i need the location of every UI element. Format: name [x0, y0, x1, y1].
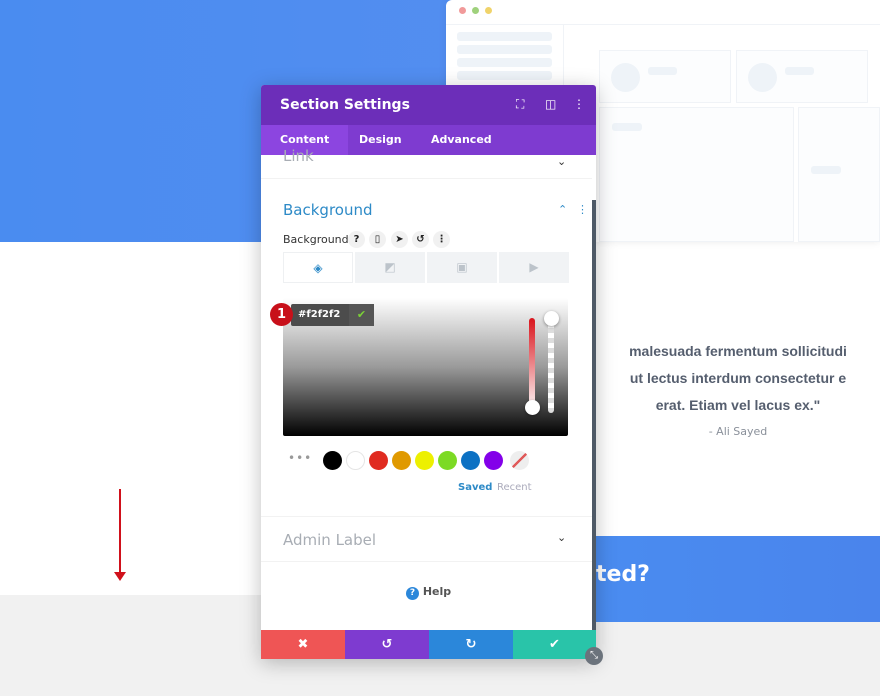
more-vertical-icon[interactable]: ⋮ [577, 203, 588, 216]
placeholder [457, 32, 552, 41]
placeholder [457, 58, 552, 67]
window-dot-yellow [485, 7, 492, 14]
chevron-down-icon[interactable]: ⌄ [557, 155, 566, 168]
hue-slider[interactable] [529, 318, 535, 413]
mock-card [736, 50, 868, 103]
help-label: Help [422, 585, 452, 598]
resize-handle-icon[interactable]: ⤡ [585, 647, 603, 665]
section-title-background[interactable]: Background [283, 201, 373, 219]
mock-card [599, 50, 731, 103]
divider [446, 24, 880, 25]
check-icon[interactable]: ✔ [349, 304, 374, 326]
step-badge: 1 [270, 303, 293, 326]
help-icon: ? [406, 587, 419, 600]
background-label: Background [283, 233, 349, 246]
placeholder-avatar [611, 63, 640, 92]
section-admin-label[interactable]: Admin Label ⌄ [261, 516, 592, 562]
swatch-yellow[interactable] [415, 451, 434, 470]
focus-icon[interactable]: ⛶ [516, 97, 524, 112]
hex-value[interactable]: #f2f2f2 [298, 309, 340, 320]
mock-card [798, 107, 880, 242]
help-link[interactable]: ? Help [406, 585, 451, 600]
modal-title: Section Settings [280, 97, 410, 113]
saved-colors-tab[interactable]: Saved [458, 482, 492, 493]
section-title: Link [283, 147, 314, 165]
tab-advanced[interactable]: Advanced [412, 125, 511, 155]
gradient-icon[interactable]: ◩ [355, 252, 425, 283]
opacity-slider[interactable] [548, 318, 554, 413]
mock-chart-card [599, 107, 794, 242]
recent-colors-tab[interactable]: Recent [497, 482, 532, 493]
close-icon[interactable]: ✖ [261, 630, 345, 659]
quote-line: ut lectus interdum consectetur e [629, 370, 847, 386]
swatch-green[interactable] [438, 451, 457, 470]
mobile-icon[interactable]: ▯ [369, 231, 386, 248]
placeholder [612, 123, 642, 131]
chevron-down-icon[interactable]: ⌄ [557, 531, 566, 544]
quote-line: erat. Etiam vel lacus ex." [655, 397, 821, 413]
quote-line: malesuada fermentum sollicitudi [629, 343, 847, 359]
annotation-arrow [119, 489, 121, 575]
save-check-icon[interactable]: ✔ [513, 630, 596, 659]
color-icon[interactable]: ◈ [283, 252, 353, 283]
cta-heading: ted? [596, 562, 650, 587]
opacity-slider-handle[interactable] [544, 311, 559, 326]
annotation-arrowhead [114, 572, 126, 581]
placeholder [457, 71, 552, 80]
more-vertical-icon[interactable]: ⋮ [573, 97, 585, 111]
more-icon[interactable]: ⋮ [433, 231, 450, 248]
section-title: Admin Label [283, 531, 377, 549]
hex-input[interactable]: #f2f2f2 ✔ [291, 304, 374, 326]
placeholder [648, 67, 677, 75]
swatch-black[interactable] [323, 451, 342, 470]
image-icon[interactable]: ▣ [427, 252, 497, 283]
video-icon[interactable]: ▶ [499, 252, 569, 283]
modal-header: Section Settings ⛶ ◫ ⋮ [261, 85, 596, 125]
testimonial-author: - Ali Sayed [708, 425, 768, 438]
placeholder [785, 67, 814, 75]
testimonial-quote: malesuada fermentum sollicitudi ut lectu… [596, 338, 880, 419]
swatch-transparent[interactable] [510, 451, 529, 470]
section-settings-modal: Section Settings ⛶ ◫ ⋮ Content Design Ad… [261, 85, 596, 659]
placeholder-avatar [748, 63, 777, 92]
help-icon[interactable]: ? [348, 231, 365, 248]
reset-icon[interactable]: ↺ [412, 231, 429, 248]
swatch-blue[interactable] [461, 451, 480, 470]
swatch-red[interactable] [369, 451, 388, 470]
hover-pointer-icon[interactable]: ➤ [391, 231, 408, 248]
swatch-purple[interactable] [484, 451, 503, 470]
chevron-up-icon[interactable]: ⌃ [558, 203, 567, 216]
undo-icon[interactable]: ↺ [345, 630, 429, 659]
modal-footer: ✖ ↺ ↻ ✔ [261, 630, 596, 659]
swatch-white[interactable] [346, 451, 365, 470]
swatch-orange[interactable] [392, 451, 411, 470]
placeholder [457, 45, 552, 54]
placeholder [811, 166, 841, 174]
hue-slider-handle[interactable] [525, 400, 540, 415]
cta-banner: ted? [596, 536, 880, 622]
window-dot-green [472, 7, 479, 14]
scrollbar[interactable] [592, 200, 596, 630]
split-view-icon[interactable]: ◫ [545, 97, 556, 111]
redo-icon[interactable]: ↻ [429, 630, 513, 659]
more-swatches-icon[interactable]: ••• [288, 451, 312, 465]
window-dot-red [459, 7, 466, 14]
tab-design[interactable]: Design [340, 125, 421, 155]
section-link[interactable]: Link ⌄ [261, 147, 592, 179]
